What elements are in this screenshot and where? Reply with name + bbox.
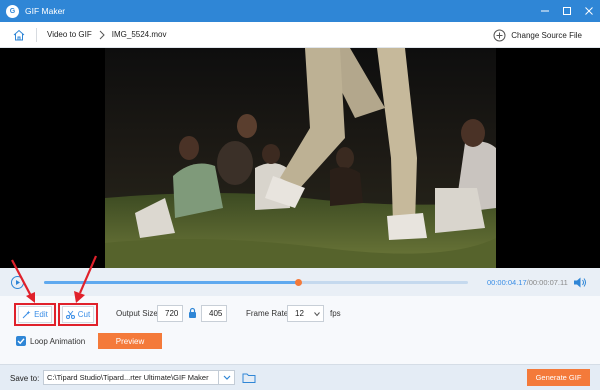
save-path-dropdown[interactable] <box>218 371 234 384</box>
fps-label: fps <box>330 309 341 318</box>
save-path-select[interactable]: C:\Tipard Studio\Tipard...rter Ultimate\… <box>43 370 235 385</box>
edit-highlight-box <box>14 303 56 326</box>
chevron-down-icon <box>314 312 320 317</box>
timeline-bar: 00:00:04.17/00:00:07.11 <box>0 268 600 296</box>
save-to-label: Save to: <box>10 374 40 383</box>
generate-gif-button[interactable]: Generate GIF <box>527 369 590 386</box>
plus-circle-icon <box>493 29 506 41</box>
frame-rate-label: Frame Rate: <box>246 309 291 318</box>
controls-panel: Edit Cut Output Size: 720 405 Frame Rate… <box>0 296 600 364</box>
folder-icon[interactable] <box>242 371 256 384</box>
home-icon[interactable] <box>12 28 26 42</box>
loop-animation-checkbox[interactable] <box>16 336 26 346</box>
frame-rate-value: 12 <box>295 309 304 318</box>
progress-fill <box>44 281 299 284</box>
close-icon[interactable] <box>584 6 594 16</box>
time-display: 00:00:04.17/00:00:07.11 <box>487 278 568 287</box>
lock-icon[interactable] <box>188 307 197 319</box>
total-time: 00:00:07.11 <box>528 278 568 287</box>
window-controls <box>540 0 594 22</box>
maximize-icon[interactable] <box>562 6 572 16</box>
window-title: GIF Maker <box>25 6 66 16</box>
change-source-button[interactable]: Change Source File <box>493 26 582 44</box>
breadcrumb-file-name: IMG_5524.mov <box>111 30 167 39</box>
current-time: 00:00:04.17 <box>487 278 527 287</box>
change-source-label: Change Source File <box>511 30 582 40</box>
chevron-right-icon <box>99 30 105 39</box>
video-frame-image <box>105 48 496 268</box>
progress-track[interactable] <box>44 279 468 286</box>
play-button[interactable] <box>11 276 24 289</box>
volume-icon[interactable] <box>573 276 587 289</box>
play-icon <box>16 280 20 285</box>
app-logo-icon: G <box>6 4 19 18</box>
title-bar: G GIF Maker <box>0 0 600 22</box>
frame-rate-select[interactable]: 12 <box>287 305 324 322</box>
minimize-icon[interactable] <box>540 6 550 16</box>
video-frame <box>105 48 496 268</box>
progress-handle[interactable] <box>295 279 303 286</box>
nav-bar: Video to GIF IMG_5524.mov Change Source … <box>0 22 600 48</box>
loop-animation-label[interactable]: Loop Animation <box>30 337 85 346</box>
checkmark-icon <box>17 338 25 345</box>
output-size-label: Output Size: <box>116 309 161 318</box>
chevron-down-icon <box>223 375 231 380</box>
cut-highlight-box <box>58 303 98 326</box>
nav-divider <box>36 27 37 42</box>
save-path-value: C:\Tipard Studio\Tipard...rter Ultimate\… <box>47 373 209 382</box>
bottom-bar: Save to: C:\Tipard Studio\Tipard...rter … <box>0 364 600 390</box>
breadcrumb-video-to-gif[interactable]: Video to GIF <box>47 30 92 39</box>
output-height-input[interactable]: 405 <box>201 305 227 322</box>
output-width-input[interactable]: 720 <box>157 305 183 322</box>
video-preview <box>0 48 600 268</box>
preview-button[interactable]: Preview <box>98 333 162 349</box>
